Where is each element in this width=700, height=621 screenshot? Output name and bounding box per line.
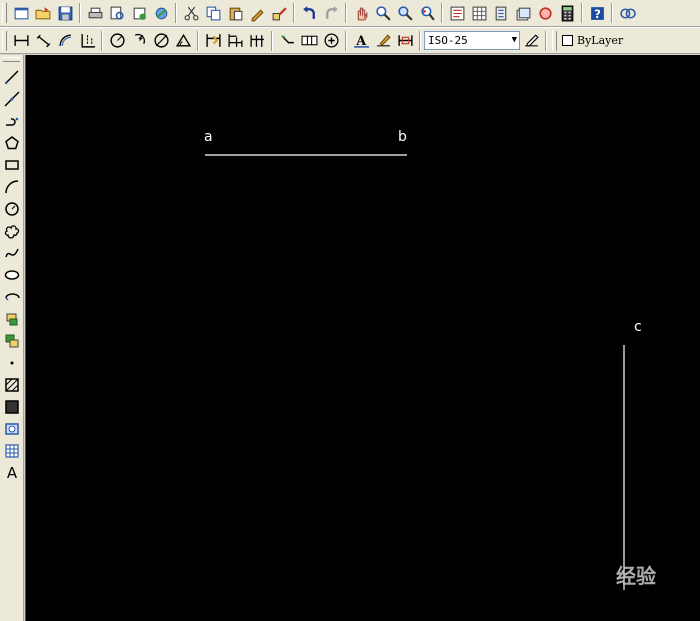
line-icon[interactable] (1, 66, 23, 88)
zoom-window-icon[interactable] (394, 2, 416, 24)
arc-icon[interactable] (1, 176, 23, 198)
toolbar-separator (345, 30, 347, 51)
dimension-edit-icon[interactable]: A (350, 30, 372, 52)
angular-dimension-icon[interactable] (172, 30, 194, 52)
region-icon[interactable] (1, 418, 23, 440)
diameter-dimension-icon[interactable] (150, 30, 172, 52)
center-mark-icon[interactable] (320, 30, 342, 52)
polyline-icon[interactable] (1, 110, 23, 132)
dimension-style-manager-icon[interactable] (520, 30, 542, 52)
paste-icon[interactable] (224, 2, 246, 24)
standard-toolbar: ? (0, 0, 700, 27)
dimension-style-select[interactable]: ISO-25 ▼ (424, 31, 520, 50)
toolbar-separator (581, 3, 583, 23)
rectangle-icon[interactable] (1, 154, 23, 176)
insert-block-icon[interactable] (1, 308, 23, 330)
dimension-text-edit-icon[interactable] (372, 30, 394, 52)
toolbar-separator (175, 3, 177, 23)
label-b: b (398, 129, 407, 145)
autocad-window: ? A ISO-25 ▼ ByLayer A a b c 经验 (0, 0, 700, 621)
quick-leader-icon[interactable] (276, 30, 298, 52)
continue-dimension-icon[interactable] (246, 30, 268, 52)
toolbar-separator (345, 3, 347, 23)
toolbar-separator (419, 30, 421, 51)
radius-dimension-icon[interactable] (106, 30, 128, 52)
publish-icon[interactable] (128, 2, 150, 24)
match-properties-icon[interactable] (246, 2, 268, 24)
dropdown-arrow-icon[interactable]: ▼ (512, 35, 517, 45)
point-icon[interactable] (1, 352, 23, 374)
hatch-icon[interactable] (1, 374, 23, 396)
baseline-dimension-icon[interactable] (224, 30, 246, 52)
label-a: a (204, 129, 213, 145)
revision-cloud-icon[interactable] (1, 220, 23, 242)
copy-icon[interactable] (202, 2, 224, 24)
undo-icon[interactable] (298, 2, 320, 24)
drawing-area[interactable]: a b c (25, 55, 700, 621)
help-icon[interactable]: ? (586, 2, 608, 24)
markup-icon[interactable] (534, 2, 556, 24)
draw-toolbar: A (0, 55, 24, 621)
make-block-icon[interactable] (1, 330, 23, 352)
model-space[interactable]: a b c (26, 55, 700, 621)
linear-dimension-icon[interactable] (10, 30, 32, 52)
toolbar-separator (441, 3, 443, 23)
multiline-text-label: A (6, 464, 18, 482)
ordinate-dimension-icon[interactable] (76, 30, 98, 52)
3d-dwf-icon[interactable] (150, 2, 172, 24)
toolbar-grip[interactable] (2, 30, 7, 51)
ellipse-icon[interactable] (1, 264, 23, 286)
ellipse-arc-icon[interactable] (1, 286, 23, 308)
tool-palettes-icon[interactable] (490, 2, 512, 24)
toolbar-separator (271, 30, 273, 51)
color-control-select[interactable]: ByLayer (576, 31, 700, 50)
dimension-style-value: ISO-25 (428, 34, 468, 47)
calculator-icon[interactable] (556, 2, 578, 24)
plot-icon[interactable] (84, 2, 106, 24)
color-control-value: ByLayer (577, 34, 624, 47)
svg-text:?: ? (594, 6, 601, 20)
gradient-icon[interactable] (1, 396, 23, 418)
new-icon[interactable] (10, 2, 32, 24)
color-swatch-icon (562, 35, 573, 46)
tolerance-icon[interactable] (298, 30, 320, 52)
toolbar-separator (545, 30, 547, 51)
save-icon[interactable] (54, 2, 76, 24)
toolbar-grip[interactable] (552, 30, 557, 51)
toolbar-separator (197, 30, 199, 51)
label-c: c (634, 319, 642, 335)
circle-icon[interactable] (1, 198, 23, 220)
plot-preview-icon[interactable] (106, 2, 128, 24)
toolbar-separator (293, 3, 295, 23)
toolbar-grip[interactable] (2, 3, 7, 23)
toolbar-grip[interactable] (3, 57, 20, 62)
block-editor-icon[interactable] (268, 2, 290, 24)
multiline-text-icon[interactable]: A (1, 462, 23, 484)
construction-line-icon[interactable] (1, 88, 23, 110)
polygon-icon[interactable] (1, 132, 23, 154)
watermark-logo: 经验 (616, 564, 656, 588)
arc-length-icon[interactable] (54, 30, 76, 52)
sheet-set-icon[interactable] (512, 2, 534, 24)
zoom-realtime-icon[interactable] (372, 2, 394, 24)
spline-icon[interactable] (1, 242, 23, 264)
toolbar-separator (101, 30, 103, 51)
properties-icon[interactable] (446, 2, 468, 24)
jogged-dimension-icon[interactable] (128, 30, 150, 52)
redo-icon[interactable] (320, 2, 342, 24)
zoom-previous-icon[interactable] (416, 2, 438, 24)
dimension-toolbar: A ISO-25 ▼ ByLayer (0, 27, 700, 54)
design-center-icon[interactable] (468, 2, 490, 24)
aligned-dimension-icon[interactable] (32, 30, 54, 52)
toolbar-separator (611, 3, 613, 23)
orbit-icon[interactable] (616, 2, 638, 24)
dimension-update-icon[interactable] (394, 30, 416, 52)
open-icon[interactable] (32, 2, 54, 24)
table-icon[interactable] (1, 440, 23, 462)
cut-icon[interactable] (180, 2, 202, 24)
quick-dimension-icon[interactable] (202, 30, 224, 52)
toolbar-separator (79, 3, 81, 23)
pan-icon[interactable] (350, 2, 372, 24)
